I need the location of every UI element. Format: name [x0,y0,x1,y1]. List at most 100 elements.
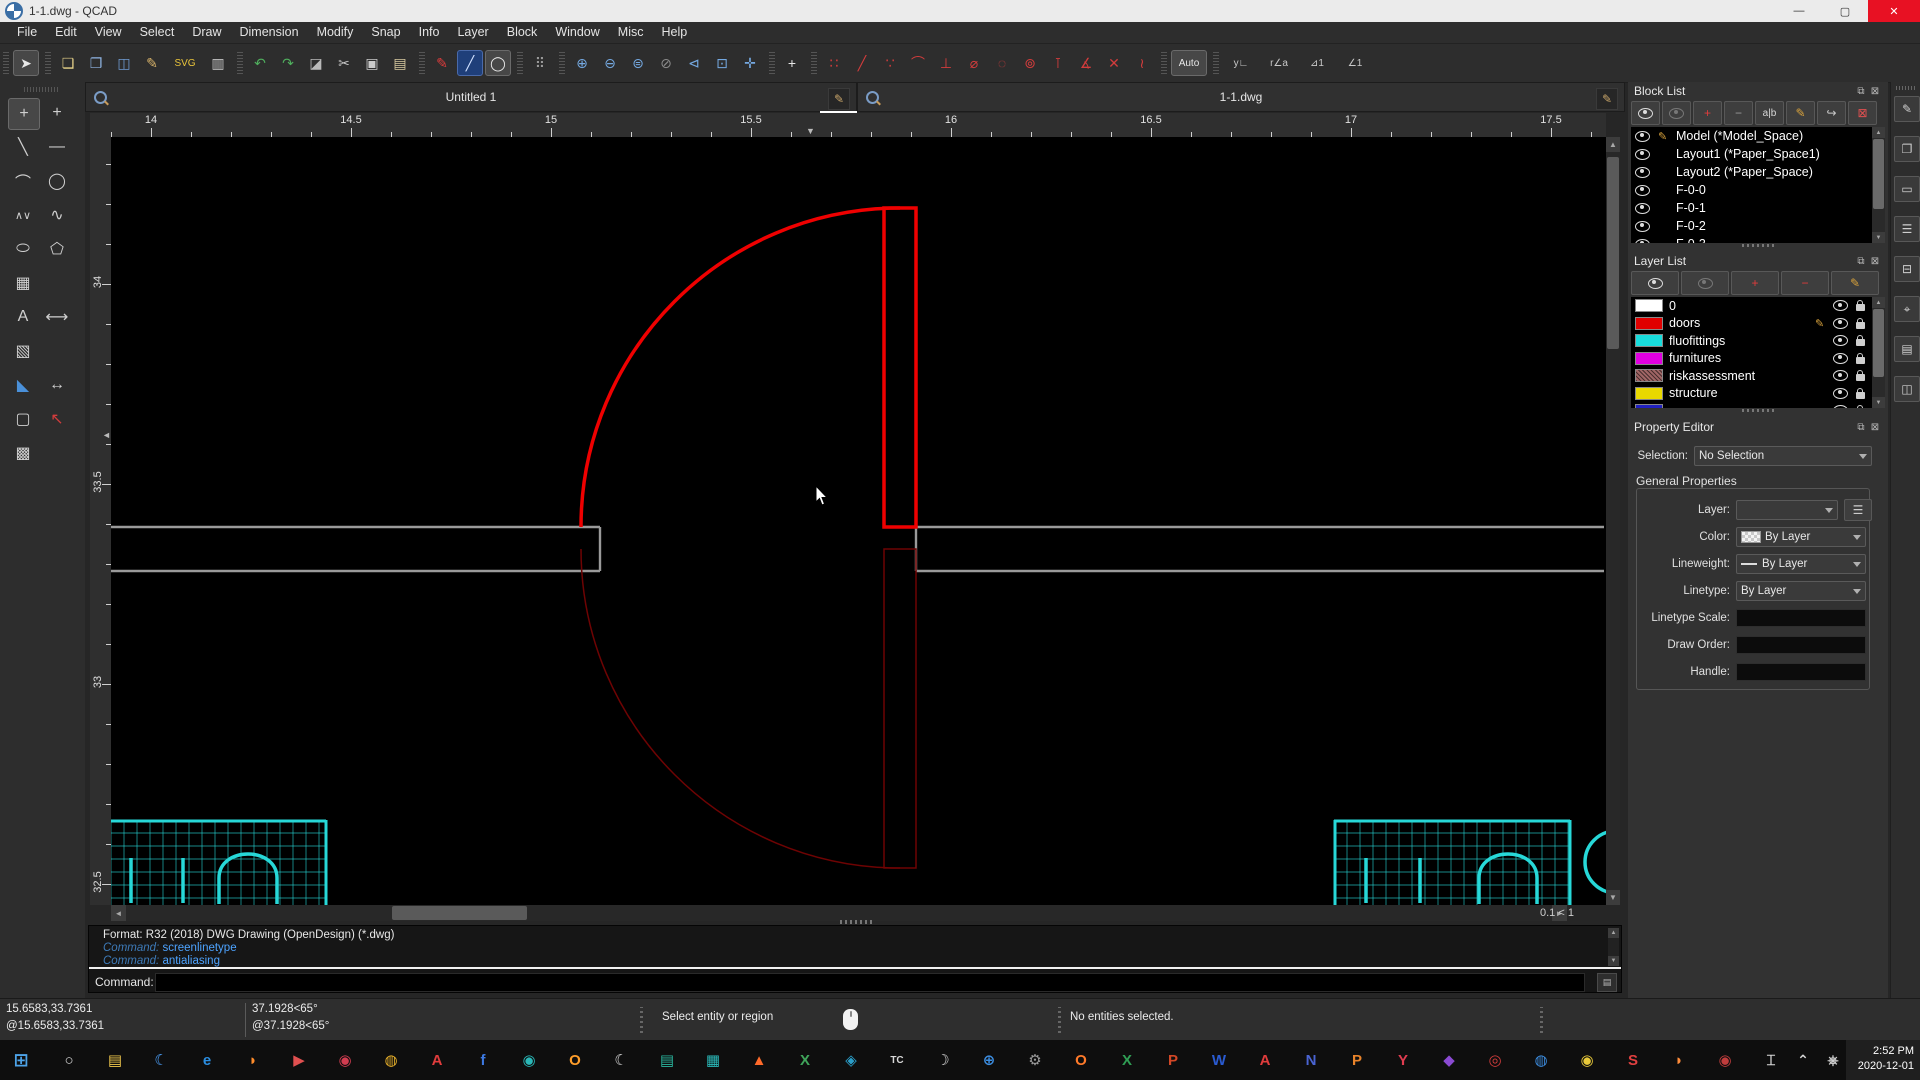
taskbar-explorer-icon[interactable]: ▤ [102,1047,128,1073]
zoom-in-icon[interactable]: ⊕ [569,50,595,76]
taskbar-acrobat-icon[interactable]: A [1252,1047,1278,1073]
taskbar-icon[interactable]: ◈ [838,1047,864,1073]
taskbar-icon[interactable]: Y [1390,1047,1416,1073]
clipboard-panel-button[interactable]: ◫ [1894,376,1920,402]
layer-row[interactable]: furnitures [1631,350,1885,368]
command-input[interactable] [155,973,1585,992]
layer-visibility-icon[interactable] [1833,370,1848,381]
vertical-scrollbar[interactable]: ▲ ▼ [1606,137,1620,905]
layer-row[interactable]: doors✎ [1631,315,1885,333]
measure-tool-icon[interactable]: ↔ [42,370,72,400]
arc-tool-icon[interactable]: ⌒ [8,166,38,196]
taskbar-icon[interactable]: ◉ [1574,1047,1600,1073]
taskbar-icon[interactable]: ⌶ [1758,1047,1784,1073]
snap-endpoints-icon[interactable]: ∵ [877,50,903,76]
show-all-blocks-icon[interactable] [1631,101,1660,125]
taskbar-excel-icon[interactable]: X [1114,1047,1140,1073]
polar-coordinates-icon[interactable]: r∠a [1261,50,1297,76]
relative-polar-coordinates-icon[interactable]: ∠1 [1337,50,1373,76]
save-as-icon[interactable]: ✎ [139,50,165,76]
layer-lock-icon[interactable] [1856,357,1865,364]
snap-grid-icon[interactable]: ∷ [821,50,847,76]
snap-center-icon[interactable]: ◌ [989,50,1015,76]
history-scroll-up-icon[interactable]: ▲ [1608,928,1619,938]
block-visibility-icon[interactable] [1635,203,1650,214]
block-visibility-icon[interactable] [1635,221,1650,232]
show-all-layers-icon[interactable] [1631,271,1679,295]
auto-snap-button-icon[interactable]: Auto [1171,50,1207,76]
line-segment-tool-icon[interactable]: ╱ [457,50,483,76]
edit-block-from-reference-icon[interactable]: ↪ [1817,101,1846,125]
snap-perpendicular-icon[interactable]: ⊥ [933,50,959,76]
add-layer-icon[interactable]: + [1731,271,1779,295]
zoom-auto-icon[interactable]: ⊜ [625,50,651,76]
taskbar-icon[interactable]: P [1344,1047,1370,1073]
taskbar-icon[interactable]: S [1620,1047,1646,1073]
taskbar-icon[interactable]: ◉ [332,1047,358,1073]
dock-grip[interactable] [24,87,60,92]
horizontal-line-tool-icon[interactable]: — [42,132,72,162]
dimension-tool-icon[interactable]: ⟷ [42,302,72,332]
scroll-down-icon[interactable]: ▼ [1872,232,1885,243]
edit-block-icon[interactable]: ✎ [1786,101,1815,125]
status-grip[interactable] [1058,1007,1061,1033]
menu-select[interactable]: Select [131,22,184,43]
taskbar-firefox-icon[interactable]: ◗ [240,1047,266,1073]
layer-visibility-icon[interactable] [1833,335,1848,346]
taskbar-powerpoint-icon[interactable]: P [1160,1047,1186,1073]
block-row[interactable]: F-0-1 [1631,199,1885,217]
property-dropdown[interactable]: By Layer [1736,581,1866,601]
scroll-left-icon[interactable]: ◄ [111,905,126,921]
taskbar-icon[interactable]: ◎ [1482,1047,1508,1073]
layer-row[interactable]: structure [1631,385,1885,403]
layer-list-button[interactable]: ☰ [1844,499,1872,521]
block-list-float-icon[interactable]: ⧉ [1854,85,1868,97]
menu-dimension[interactable]: Dimension [231,22,308,43]
taskbar-icon[interactable]: X [792,1047,818,1073]
zoom-pan-icon[interactable]: ✛ [737,50,763,76]
toolbar-grip[interactable] [811,52,817,74]
menu-snap[interactable]: Snap [362,22,409,43]
history-scrollbar[interactable]: ▲ ▼ [1608,928,1619,966]
horizontal-scroll-thumb[interactable] [392,906,527,920]
toolbar-grip[interactable] [559,52,565,74]
layer-lock-icon[interactable] [1856,339,1865,346]
property-input[interactable] [1736,609,1866,627]
taskbar-edge-icon[interactable]: e [194,1047,220,1073]
scroll-up-icon[interactable]: ▲ [1872,297,1885,308]
shape-tool-icon[interactable]: ▢ [8,404,38,434]
copy-icon[interactable]: ▣ [359,50,385,76]
command-options-icon[interactable]: ▤ [1597,973,1617,992]
snap-middle-icon[interactable]: ⊺ [1045,50,1071,76]
hatch-tool-icon[interactable]: ▦ [8,268,38,298]
layer-visibility-icon[interactable] [1833,318,1848,329]
grid-toggle-icon[interactable]: ⠿ [527,50,553,76]
layer-visibility-icon[interactable] [1833,388,1848,399]
cut-icon[interactable]: ✂ [331,50,357,76]
menu-help[interactable]: Help [652,22,696,43]
paste-icon[interactable]: ▤ [387,50,413,76]
selection-filter-panel-button[interactable]: ⌖ [1894,296,1920,322]
taskbar-outlook-icon[interactable]: O [1068,1047,1094,1073]
property-editor-float-icon[interactable]: ⧉ [1854,421,1868,433]
zoom-out-icon[interactable]: ⊖ [597,50,623,76]
layer-row[interactable] [1631,402,1885,408]
layer-lock-icon[interactable] [1856,392,1865,399]
layer-lock-icon[interactable] [1856,374,1865,381]
scroll-up-icon[interactable]: ▲ [1872,127,1885,138]
taskbar-icon[interactable]: ☾ [148,1047,174,1073]
remove-block-icon[interactable]: − [1724,101,1753,125]
toolbar-grip[interactable] [1213,52,1219,74]
scroll-down-icon[interactable]: ▼ [1872,397,1885,408]
block-list-close-icon[interactable]: ⊠ [1868,85,1882,97]
toolbar-grip[interactable] [419,52,425,74]
tab-modified-icon[interactable]: ✎ [1596,88,1618,110]
zoom-back-icon[interactable]: ⊲ [681,50,707,76]
property-editor-panel-button[interactable]: ✎ [1894,96,1920,122]
edit-pencil-icon[interactable]: ✎ [429,50,455,76]
layer-row[interactable]: fluofittings [1631,332,1885,350]
block-panel-resize-handle[interactable] [1742,244,1774,247]
layer-lock-icon[interactable] [1856,304,1865,311]
eraser-icon[interactable]: ◪ [303,50,329,76]
circle-tool-icon[interactable]: ◯ [42,166,72,196]
